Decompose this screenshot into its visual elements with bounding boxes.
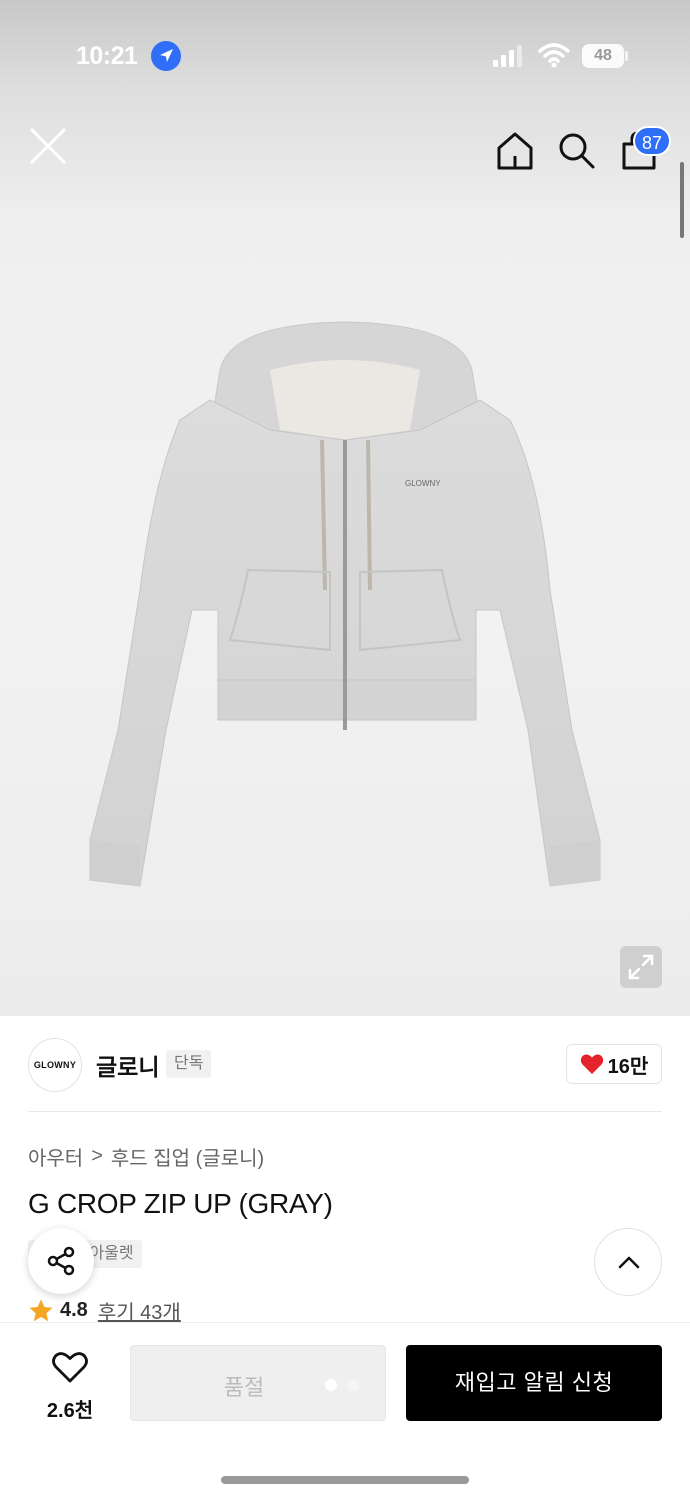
scroll-to-top-button[interactable] [594, 1228, 662, 1296]
wifi-icon [538, 43, 570, 68]
location-arrow-icon [151, 41, 181, 71]
home-indicator[interactable] [221, 1476, 469, 1484]
soldout-label: 품절 [223, 1375, 265, 1400]
battery-indicator: 48 [582, 44, 624, 68]
bottom-action-bar: 2.6천 품절 재입고 알림 신청 [0, 1322, 690, 1500]
heart-outline-icon [52, 1352, 88, 1383]
brand-like-button[interactable]: 16만 [566, 1044, 662, 1084]
dot [325, 1379, 337, 1391]
home-icon[interactable] [494, 130, 536, 172]
product-title: G CROP ZIP UP (GRAY) [28, 1188, 333, 1219]
share-button[interactable] [28, 1228, 94, 1294]
dot [347, 1379, 359, 1391]
divider [28, 1111, 662, 1112]
brand-logo[interactable]: GLOWNY [28, 1038, 82, 1092]
expand-image-button[interactable] [620, 946, 662, 988]
brand-like-count: 16만 [607, 1055, 649, 1078]
star-icon [29, 1299, 53, 1321]
scrollbar[interactable] [680, 162, 684, 238]
brand-exclusive-tag: 단독 [166, 1050, 212, 1078]
expand-icon [628, 954, 654, 980]
wishlist-count: 2.6천 [46, 1400, 94, 1422]
brand-row: GLOWNY 글로니 단독 16만 [28, 1036, 662, 1092]
rating-row: 4.8 후기 43개 [28, 1296, 181, 1325]
restock-alert-button[interactable]: 재입고 알림 신청 [406, 1345, 662, 1421]
wishlist-button[interactable]: 2.6천 [30, 1351, 110, 1431]
heart-filled-icon [580, 1054, 603, 1074]
breadcrumb-subcategory[interactable]: 후드 집업 (글로니) [111, 1142, 264, 1171]
chevron-right-icon: > [91, 1145, 103, 1167]
cellular-signal-icon [493, 45, 522, 67]
chevron-up-icon [618, 1256, 640, 1269]
battery-tip [625, 51, 628, 61]
product-image[interactable]: GLOWNY [80, 310, 610, 910]
soldout-button: 품절 [130, 1345, 386, 1421]
breadcrumb: 아우터 > 후드 집업 (글로니) [28, 1142, 264, 1171]
close-icon[interactable] [26, 124, 70, 168]
rating-value: 4.8 [60, 1299, 88, 1321]
reviews-link[interactable]: 후기 43개 [98, 1296, 181, 1325]
loading-dots [325, 1379, 359, 1391]
share-icon [47, 1246, 75, 1276]
brand-name[interactable]: 글로니 [96, 1048, 159, 1082]
breadcrumb-category[interactable]: 아우터 [28, 1142, 83, 1171]
chest-logo: GLOWNY [405, 479, 441, 488]
status-time: 10:21 [76, 42, 138, 70]
search-icon[interactable] [556, 130, 596, 170]
cart-count-badge[interactable]: 87 [633, 126, 671, 156]
status-bar: 10:21 48 [0, 0, 690, 110]
